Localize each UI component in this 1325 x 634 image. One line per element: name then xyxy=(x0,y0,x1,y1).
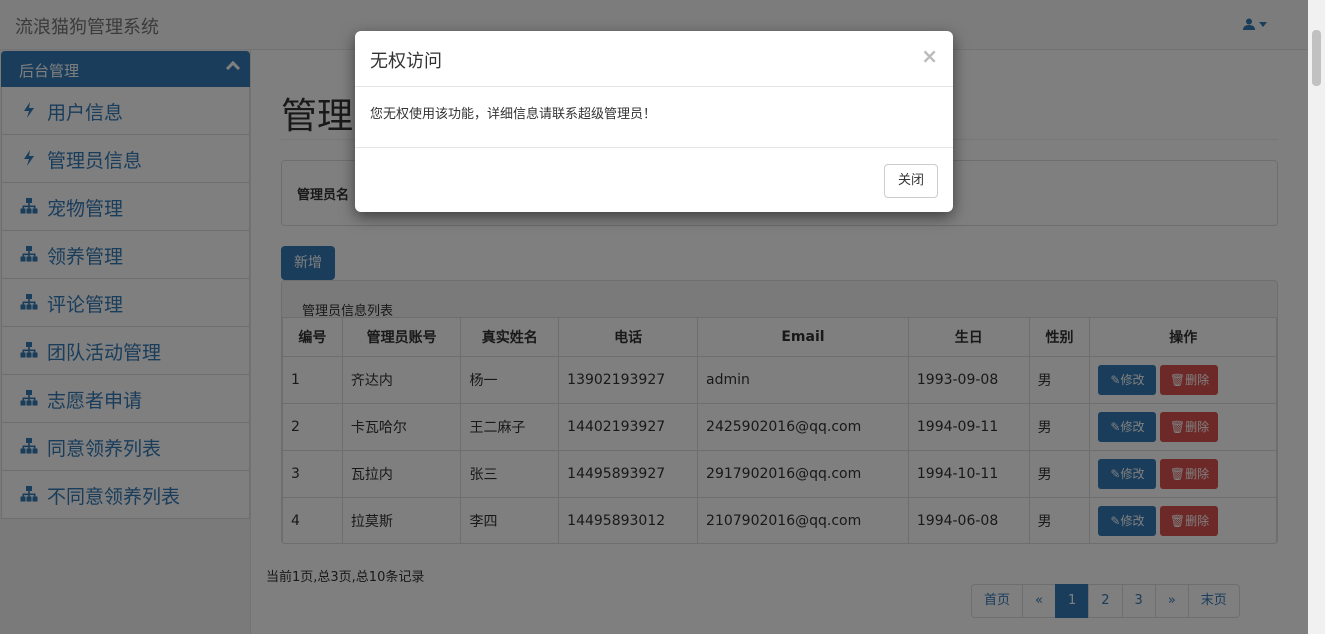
modal-footer: 关闭 xyxy=(355,147,953,212)
access-denied-modal: 无权访问 × 您无权使用该功能，详细信息请联系超级管理员！ 关闭 xyxy=(355,31,953,212)
modal-body: 您无权使用该功能，详细信息请联系超级管理员！ xyxy=(370,107,657,122)
modal-header: 无权访问 × xyxy=(355,31,953,87)
scrollbar[interactable] xyxy=(1308,0,1325,634)
close-icon[interactable]: × xyxy=(921,44,938,68)
modal-title: 无权访问 xyxy=(370,51,442,72)
close-button[interactable]: 关闭 xyxy=(884,164,938,198)
scrollbar-thumb[interactable] xyxy=(1312,30,1321,86)
